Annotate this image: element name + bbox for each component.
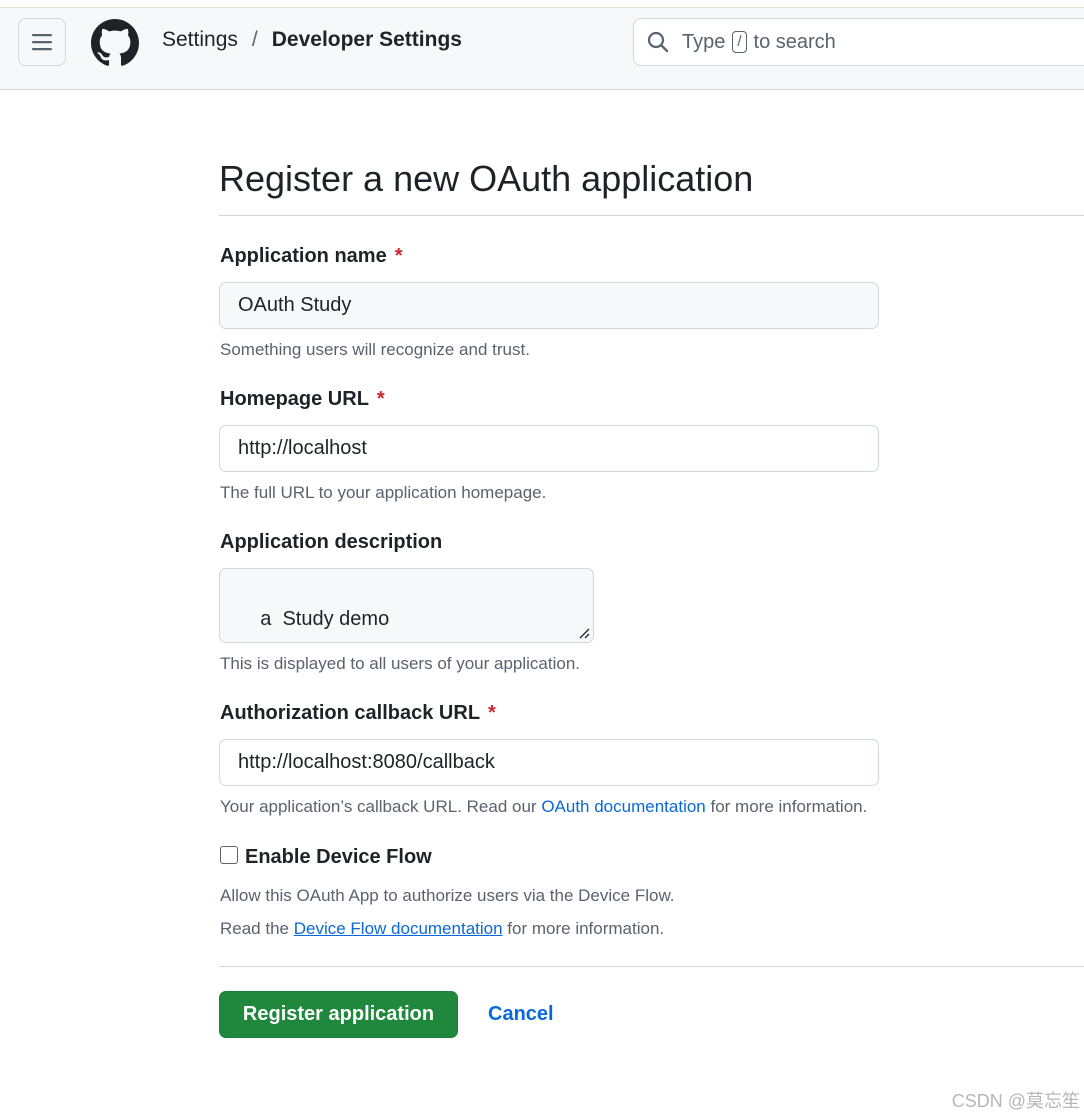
github-logo-icon[interactable] <box>91 19 139 67</box>
enable-device-flow-label[interactable]: Enable Device Flow <box>245 846 432 869</box>
callback-url-hint-suffix: for more information. <box>710 797 868 816</box>
callback-url-hint: Your application’s callback URL. Read ou… <box>220 797 867 817</box>
form-divider <box>219 966 1084 967</box>
required-marker: * <box>488 702 496 724</box>
device-flow-docs-prefix: Read the <box>220 919 289 938</box>
callback-url-label-text: Authorization callback URL <box>220 702 481 724</box>
required-marker: * <box>394 245 403 267</box>
title-divider <box>219 215 1084 216</box>
app-name-field[interactable]: OAuth Study <box>219 282 879 329</box>
device-flow-docs-suffix: for more information. <box>507 919 665 938</box>
callback-url-label: Authorization callback URL * <box>220 702 496 725</box>
open-menu-button[interactable] <box>18 18 66 66</box>
hamburger-menu-icon <box>32 34 52 51</box>
search-input[interactable]: Type / to search <box>633 18 1084 66</box>
callback-url-hint-text: Your application’s callback URL. Read ou… <box>220 797 537 816</box>
device-flow-docs-hint: Read the Device Flow documentation for m… <box>220 919 664 939</box>
watermark: CSDN @莫忘笙 <box>951 1091 1080 1111</box>
device-flow-documentation-link[interactable]: Device Flow documentation <box>294 919 503 938</box>
callback-url-field[interactable]: http://localhost:8080/callback <box>219 739 879 786</box>
description-textarea[interactable]: a Study demo <box>219 568 594 643</box>
top-header: Settings / Developer Settings Type / to … <box>0 8 1084 90</box>
register-application-button[interactable]: Register application <box>219 991 458 1038</box>
app-name-label-text: Application name <box>220 245 387 267</box>
homepage-url-label-text: Homepage URL <box>220 388 369 410</box>
breadcrumb: Settings / Developer Settings <box>162 28 462 52</box>
enable-device-flow-checkbox[interactable] <box>220 846 238 864</box>
homepage-url-hint: The full URL to your application homepag… <box>220 483 547 502</box>
description-value: a Study demo <box>260 608 390 630</box>
search-placeholder-suffix: to search <box>753 30 836 53</box>
browser-top-strip <box>0 0 1084 8</box>
page-title: Register a new OAuth application <box>219 158 754 199</box>
resize-grip-icon[interactable] <box>578 627 590 639</box>
homepage-url-field[interactable]: http://localhost <box>219 425 879 472</box>
app-name-label: Application name * <box>220 245 403 268</box>
search-shortcut-key: / <box>732 31 747 53</box>
description-label-text: Application description <box>220 531 443 553</box>
search-placeholder: Type / to search <box>682 31 836 54</box>
search-icon <box>647 31 669 53</box>
description-hint: This is displayed to all users of your a… <box>220 654 581 673</box>
search-placeholder-prefix: Type <box>682 30 726 53</box>
cancel-link[interactable]: Cancel <box>488 1003 554 1026</box>
description-label: Application description <box>220 531 442 554</box>
required-marker: * <box>376 388 385 410</box>
oauth-documentation-link[interactable]: OAuth documentation <box>541 797 705 816</box>
breadcrumb-developer-settings[interactable]: Developer Settings <box>272 28 462 52</box>
breadcrumb-settings-link[interactable]: Settings <box>162 28 238 52</box>
app-name-hint: Something users will recognize and trust… <box>220 340 530 359</box>
breadcrumb-separator: / <box>251 28 258 51</box>
homepage-url-label: Homepage URL * <box>220 388 385 411</box>
device-flow-hint: Allow this OAuth App to authorize users … <box>220 886 675 905</box>
